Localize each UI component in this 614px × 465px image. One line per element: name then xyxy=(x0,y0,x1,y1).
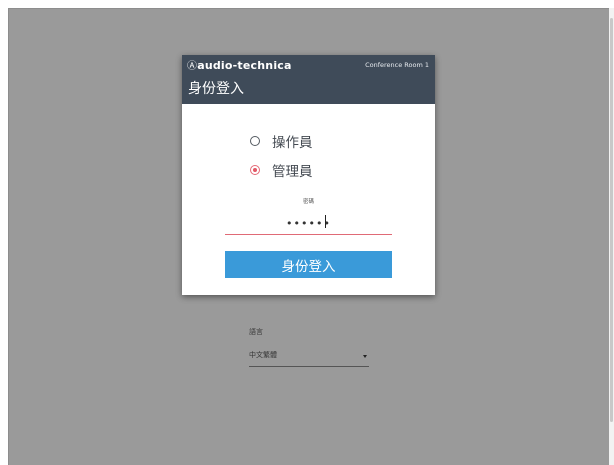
text-caret xyxy=(325,215,326,228)
password-label: 密碼 xyxy=(302,199,314,205)
role-label-administrator: 管理員 xyxy=(272,164,313,180)
language-select[interactable]: 中文繁體 xyxy=(249,346,369,367)
dialog-header: Ⓐaudio-technica Conference Room 1 身份登入 xyxy=(182,55,435,104)
role-label-operator: 操作員 xyxy=(272,135,313,151)
password-field[interactable] xyxy=(225,212,392,235)
radio-unchecked-icon[interactable] xyxy=(250,136,260,146)
role-option-administrator[interactable]: 管理員 xyxy=(250,161,313,180)
dropdown-arrow-icon xyxy=(363,355,367,358)
language-selected-value: 中文繁體 xyxy=(249,351,277,359)
dialog-title: 身份登入 xyxy=(188,81,244,97)
role-option-operator[interactable]: 操作員 xyxy=(250,132,313,151)
login-dialog: Ⓐaudio-technica Conference Room 1 身份登入 操… xyxy=(182,55,435,295)
login-button[interactable]: 身份登入 xyxy=(225,251,392,278)
brand-name: audio-technica xyxy=(197,59,292,72)
room-name: Conference Room 1 xyxy=(365,61,429,69)
scrollbar-thumb[interactable] xyxy=(610,18,613,422)
scrollbar[interactable] xyxy=(609,8,614,465)
audio-technica-logo-icon: Ⓐ xyxy=(187,61,198,72)
language-label: 語言 xyxy=(249,328,263,336)
brand-logo: Ⓐaudio-technica xyxy=(187,59,292,73)
radio-checked-icon[interactable] xyxy=(250,165,260,175)
